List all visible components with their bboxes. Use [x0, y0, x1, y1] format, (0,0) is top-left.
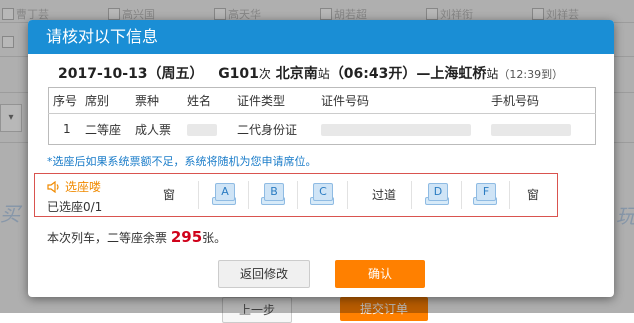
confirm-dialog: 请核对以下信息 2017-10-13（周五） G101次 北京南站（06:43开…	[28, 20, 614, 297]
seat-A-label: A	[215, 183, 235, 201]
speaker-icon	[47, 180, 59, 193]
depart-time: （06:43开）	[329, 66, 417, 82]
remaining-count: 295	[170, 228, 203, 246]
trip-summary: 2017-10-13（周五） G101次 北京南站（06:43开）—上海虹桥站（…	[58, 63, 563, 83]
seat-A-button[interactable]: A	[212, 183, 236, 205]
seat-divider	[411, 181, 412, 209]
to-station: 上海虹桥	[430, 66, 487, 82]
train-number: G101	[218, 66, 259, 82]
redacted-id-number	[321, 123, 471, 136]
seat-C-label: C	[313, 183, 333, 201]
window-label: 窗	[162, 188, 175, 202]
cell-seat-class: 二等座	[85, 122, 122, 137]
col-header-ticket-type: 票种	[135, 94, 160, 108]
table-row: 1 二等座 成人票 二代身份证	[49, 114, 596, 145]
dialog-title: 请核对以下信息	[28, 20, 614, 54]
col-header-seat-class: 席别	[85, 94, 110, 108]
back-modify-button[interactable]: 返回修改	[218, 260, 310, 288]
seat-C-button[interactable]: C	[310, 183, 334, 205]
cell-ticket-type: 成人票	[135, 122, 172, 137]
train-suffix: 次	[258, 67, 271, 81]
aisle-label: 过道	[371, 188, 396, 202]
to-suffix: 站	[486, 67, 499, 81]
seat-selection-label: 选座喽 已选座0/1	[47, 178, 102, 215]
seat-F-button[interactable]: F	[473, 183, 497, 205]
passenger-table: 序号 席别 票种 姓名 证件类型 证件号码 手机号码 1 二等座 成人票 二代身…	[48, 87, 596, 145]
redacted-name	[187, 123, 217, 136]
remaining-tickets: 本次列车，二等座余票 295张。	[47, 228, 226, 246]
from-suffix: 站	[317, 67, 330, 81]
trip-date: 2017-10-13（周五）	[58, 66, 204, 82]
route-dash: —	[416, 66, 431, 82]
arrive-time: （12:39到）	[498, 68, 564, 81]
confirm-button[interactable]: 确认	[335, 260, 425, 288]
seat-divider	[248, 181, 249, 209]
table-header-row: 序号 席别 票种 姓名 证件类型 证件号码 手机号码	[48, 88, 596, 114]
seat-divider	[198, 181, 199, 209]
cell-id-number-redacted	[321, 114, 491, 145]
col-header-phone: 手机号码	[491, 94, 540, 108]
cell-phone-redacted	[491, 114, 596, 145]
seat-selection-panel: 选座喽 已选座0/1 窗 A B C 过道 D F 窗	[34, 173, 558, 217]
cell-id-type: 二代身份证	[237, 122, 298, 137]
seat-B-label: B	[264, 183, 284, 201]
seat-selection-title: 选座喽	[47, 178, 102, 195]
seat-B-button[interactable]: B	[261, 183, 285, 205]
seat-divider	[297, 181, 298, 209]
seat-selected-count: 已选座0/1	[47, 200, 103, 214]
seat-F-label: F	[476, 183, 496, 201]
seat-notice: *选座后如果系统票额不足，系统将随机为您申请席位。	[47, 155, 317, 168]
col-header-id-number: 证件号码	[321, 94, 370, 108]
remaining-prefix: 本次列车，二等座余票	[47, 231, 168, 245]
seat-divider	[509, 181, 510, 209]
col-header-index: 序号	[53, 94, 78, 108]
col-header-id-type: 证件类型	[237, 94, 286, 108]
seat-D-label: D	[428, 183, 448, 201]
col-header-name: 姓名	[187, 94, 212, 108]
seat-divider	[347, 181, 348, 209]
window-label: 窗	[526, 188, 539, 202]
seat-divider	[461, 181, 462, 209]
seat-title-text: 选座喽	[65, 180, 102, 194]
cell-name-redacted	[187, 114, 237, 145]
from-station: 北京南	[275, 66, 318, 82]
seat-D-button[interactable]: D	[425, 183, 449, 205]
redacted-phone	[491, 123, 571, 136]
cell-index: 1	[63, 122, 71, 136]
remaining-suffix: 张。	[202, 231, 227, 245]
